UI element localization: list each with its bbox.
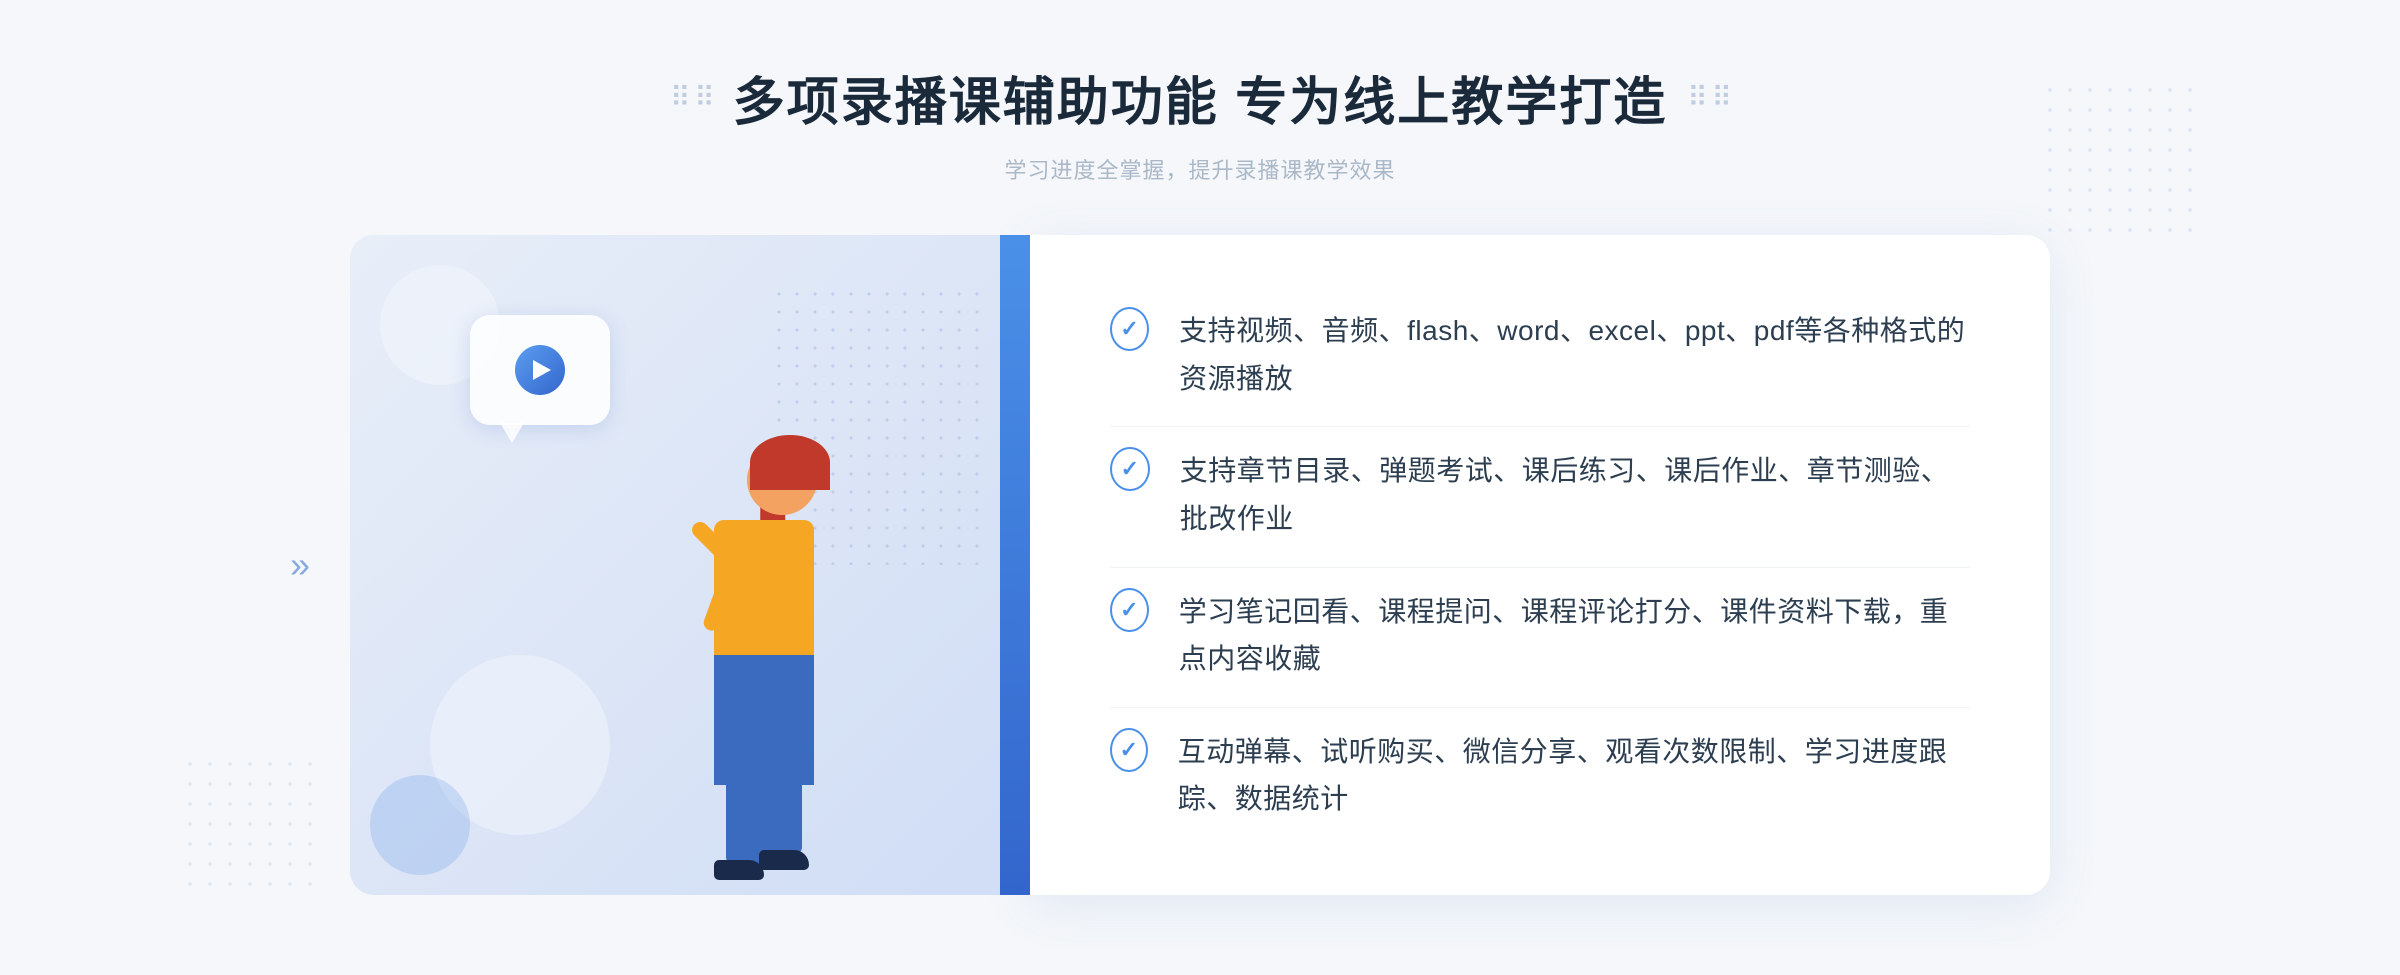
feature-item-2: ✓ 支持章节目录、弹题考试、课后练习、课后作业、章节测验、批改作业 <box>1110 426 1970 562</box>
checkmark-1: ✓ <box>1120 318 1138 340</box>
check-icon-4: ✓ <box>1110 728 1148 772</box>
page-title: 多项录播课辅助功能 专为线上教学打造 <box>733 60 1667 135</box>
person-illustration <box>594 415 914 895</box>
page-wrapper: ⠿ ⠿ 多项录播课辅助功能 专为线上教学打造 ⠿ ⠿ 学习进度全掌握，提升录播课… <box>0 0 2400 975</box>
person-hair <box>750 435 830 490</box>
illustration-container: » <box>350 235 1030 895</box>
blue-bar-divider <box>1000 235 1030 895</box>
check-icon-1: ✓ <box>1110 307 1149 351</box>
feature-text-4: 互动弹幕、试听购买、微信分享、观看次数限制、学习进度跟踪、数据统计 <box>1178 728 1970 823</box>
dots-left-icon: ⠿ ⠿ <box>670 81 713 114</box>
decorative-dots-bottom-left <box>180 754 320 894</box>
feature-text-3: 学习笔记回看、课程提问、课程评论打分、课件资料下载，重点内容收藏 <box>1179 588 1970 683</box>
person-leg-right <box>762 765 802 855</box>
features-panel: ✓ 支持视频、音频、flash、word、excel、ppt、pdf等各种格式的… <box>1030 235 2050 895</box>
play-triangle <box>533 360 551 380</box>
header-title-row: ⠿ ⠿ 多项录播课辅助功能 专为线上教学打造 ⠿ ⠿ <box>0 60 2400 135</box>
feature-item-3: ✓ 学习笔记回看、课程提问、课程评论打分、课件资料下载，重点内容收藏 <box>1110 567 1970 703</box>
checkmark-3: ✓ <box>1120 599 1138 621</box>
header-section: ⠿ ⠿ 多项录播课辅助功能 专为线上教学打造 ⠿ ⠿ 学习进度全掌握，提升录播课… <box>0 60 2400 185</box>
figure-wrapper <box>594 415 914 895</box>
person-shoe-right <box>759 850 809 870</box>
feature-item-1: ✓ 支持视频、音频、flash、word、excel、ppt、pdf等各种格式的… <box>1110 287 1970 422</box>
dots-right-icon: ⠿ ⠿ <box>1687 81 1730 114</box>
deco-circle-small <box>370 775 470 875</box>
check-icon-2: ✓ <box>1110 447 1150 491</box>
checkmark-4: ✓ <box>1120 739 1138 761</box>
feature-text-2: 支持章节目录、弹题考试、课后练习、课后作业、章节测验、批改作业 <box>1180 447 1970 542</box>
checkmark-2: ✓ <box>1121 458 1139 480</box>
chat-bubble <box>470 315 610 425</box>
check-icon-3: ✓ <box>1110 588 1149 632</box>
person-shoe-left <box>714 860 764 880</box>
play-icon <box>515 345 565 395</box>
feature-item-4: ✓ 互动弹幕、试听购买、微信分享、观看次数限制、学习进度跟踪、数据统计 <box>1110 707 1970 843</box>
arrow-decoration: » <box>290 544 310 586</box>
page-subtitle: 学习进度全掌握，提升录播课教学效果 <box>0 153 2400 185</box>
feature-text-1: 支持视频、音频、flash、word、excel、ppt、pdf等各种格式的资源… <box>1179 307 1970 402</box>
content-area: » <box>350 235 2050 895</box>
